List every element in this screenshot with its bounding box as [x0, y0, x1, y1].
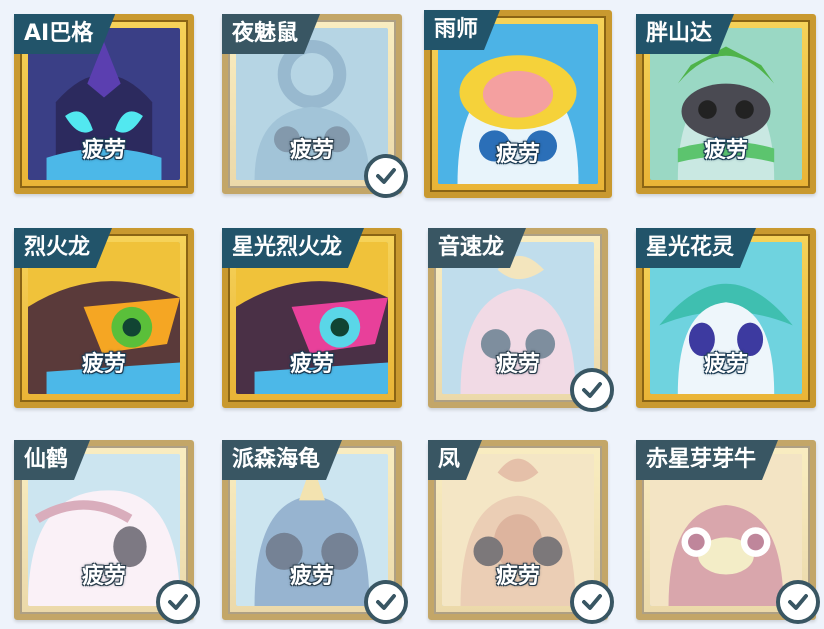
selected-check-icon[interactable] [156, 580, 200, 624]
pet-name: 赤星芽芽牛 [636, 440, 778, 480]
selected-check-icon[interactable] [364, 580, 408, 624]
fatigue-label: 疲劳 [703, 138, 748, 163]
fatigue-label: 疲劳 [81, 352, 126, 377]
pet-card-yu-shi[interactable]: 雨师 疲劳 [424, 10, 612, 198]
pet-name: 烈火龙 [14, 228, 112, 268]
selected-check-icon[interactable] [570, 580, 614, 624]
pet-card-chi-xing-ya-ya-niu[interactable]: 赤星芽芽牛 [636, 440, 820, 624]
pet-card-xing-guang-lie-huo-long[interactable]: 星光烈火龙 疲劳 [222, 228, 402, 408]
pet-card-feng[interactable]: 凤 疲劳 [428, 440, 614, 624]
pet-grid: AI巴格 疲劳 夜魅鼠 疲劳 雨师 疲劳 胖山达 疲劳 烈火龙 疲劳 星光烈火龙… [0, 0, 824, 629]
pet-name: 星光烈火龙 [222, 228, 364, 268]
fatigue-label: 疲劳 [703, 352, 748, 377]
pet-card-yin-su-long[interactable]: 音速龙 疲劳 [428, 228, 614, 412]
pet-name: 胖山达 [636, 14, 734, 54]
fatigue-label: 疲劳 [495, 142, 540, 167]
pet-name: 派森海龟 [222, 440, 342, 480]
pet-card-xian-he[interactable]: 仙鹤 疲劳 [14, 440, 200, 624]
selected-check-icon[interactable] [776, 580, 820, 624]
selected-check-icon[interactable] [364, 154, 408, 198]
pet-card-xing-guang-hua-ling[interactable]: 星光花灵 疲劳 [636, 228, 816, 408]
pet-name: 音速龙 [428, 228, 526, 268]
pet-card-lie-huo-long[interactable]: 烈火龙 疲劳 [14, 228, 194, 408]
pet-name: 星光花灵 [636, 228, 756, 268]
pet-card-ai-bage[interactable]: AI巴格 疲劳 [14, 14, 194, 194]
selected-check-icon[interactable] [570, 368, 614, 412]
pet-card-ye-mei-shu[interactable]: 夜魅鼠 疲劳 [222, 14, 408, 198]
pet-name: 夜魅鼠 [222, 14, 320, 54]
pet-card-pai-sen-hai-gui[interactable]: 派森海龟 疲劳 [222, 440, 408, 624]
pet-card-pang-shan-da[interactable]: 胖山达 疲劳 [636, 14, 816, 194]
fatigue-label: 疲劳 [81, 138, 126, 163]
fatigue-label: 疲劳 [289, 352, 334, 377]
pet-name: AI巴格 [14, 14, 115, 54]
